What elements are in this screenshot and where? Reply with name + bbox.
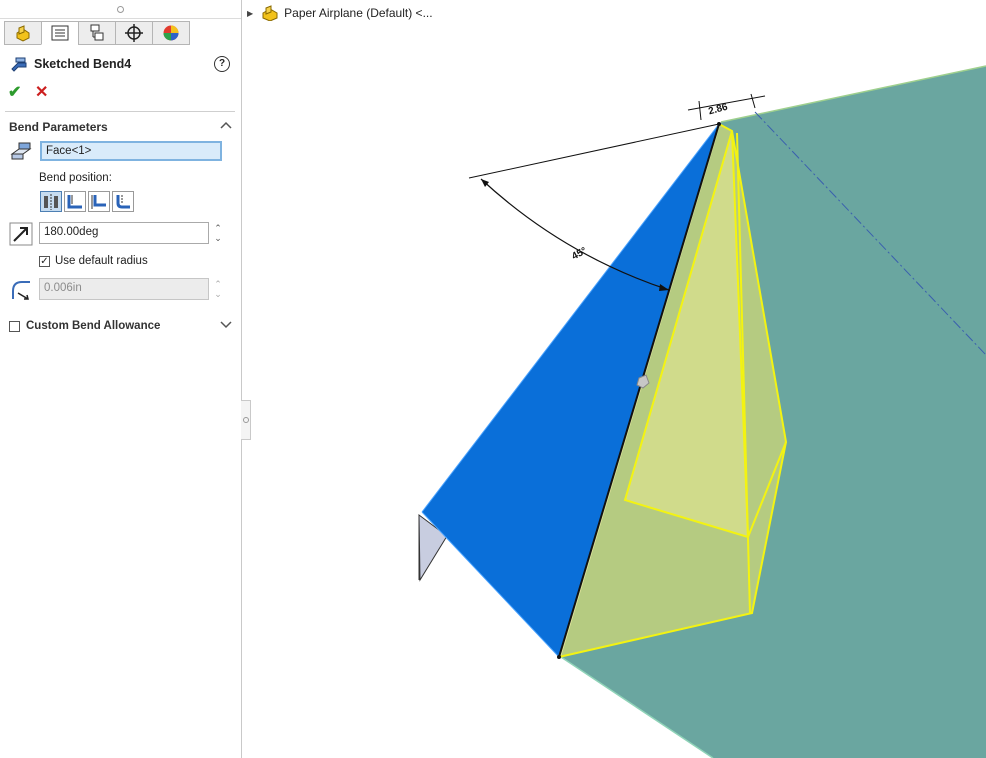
angle-spinner[interactable]: ⌃ ⌄ [212,223,224,243]
material-outside-button[interactable] [88,191,110,212]
tab-feature-manager[interactable] [4,21,42,45]
part-name: Paper Airplane (Default) <... [284,6,433,20]
sketched-bend-icon [11,57,27,72]
display-manager-icon [163,25,179,41]
feature-title: Sketched Bend4 [10,55,131,73]
use-default-radius-label: Use default radius [55,255,148,267]
feature-manager-icon [16,25,30,42]
configuration-manager-icon [90,24,104,41]
bend-radius-input: 0.006in [39,278,209,300]
bend-angle-input[interactable]: 180.00deg [39,222,209,244]
part-icon [262,5,278,21]
ok-button[interactable]: ✔ [8,82,21,102]
tab-property-manager[interactable] [41,21,79,45]
bend-radius-icon [12,281,30,300]
bend-position-label: Bend position: [39,172,112,184]
bend-line-endpoint [557,655,561,659]
feature-tree-flyout[interactable]: ▶ Paper Airplane (Default) <... [247,5,433,21]
length-dimension-text: 2.86 [707,102,729,118]
graphics-area[interactable]: 45° 2.86 ▶ Paper Airplane (Default) <... [243,0,986,758]
tab-display-manager[interactable] [152,21,190,45]
expand-chevron-icon[interactable] [220,320,232,332]
material-outside-icon [91,194,106,209]
bend-angle-icon [9,222,33,246]
collapse-chevron-icon[interactable] [220,120,232,132]
bend-outside-button[interactable] [112,191,134,212]
expand-arrow-icon[interactable]: ▶ [247,9,253,18]
use-default-radius-checkbox[interactable]: ✓ [39,256,50,267]
face-selection-icon [10,142,32,160]
face-selection-box[interactable]: Face<1> [40,141,222,161]
radius-spinner: ⌃ ⌄ [214,279,222,299]
property-manager-panel: Sketched Bend4 ? ✔ ✕ Bend Parameters Fac… [0,0,242,758]
tab-dimxpert-manager[interactable] [115,21,153,45]
bend-position-options [40,191,134,212]
material-inside-button[interactable] [64,191,86,212]
custom-bend-allowance-checkbox[interactable] [9,321,20,332]
panel-top-grip[interactable] [0,0,241,19]
material-inside-icon [67,194,82,208]
help-icon[interactable]: ? [214,56,230,72]
model-scene: 45° 2.86 [418,65,986,758]
bend-outside-icon [116,194,130,208]
bend-centerline-button[interactable] [40,191,62,212]
angle-dimension-text: 45° [570,246,589,263]
tab-configuration-manager[interactable] [78,21,116,45]
custom-bend-allowance-label[interactable]: Custom Bend Allowance [26,320,160,332]
feature-title-label: Sketched Bend4 [34,57,132,71]
dimxpert-crosshair-icon [125,24,143,42]
divider [5,111,235,112]
bend-parameters-header[interactable]: Bend Parameters [9,120,108,134]
bend-centerline-icon [44,193,58,210]
cancel-button[interactable]: ✕ [35,82,48,102]
property-manager-icon [51,25,69,41]
manager-tabs [4,21,190,47]
